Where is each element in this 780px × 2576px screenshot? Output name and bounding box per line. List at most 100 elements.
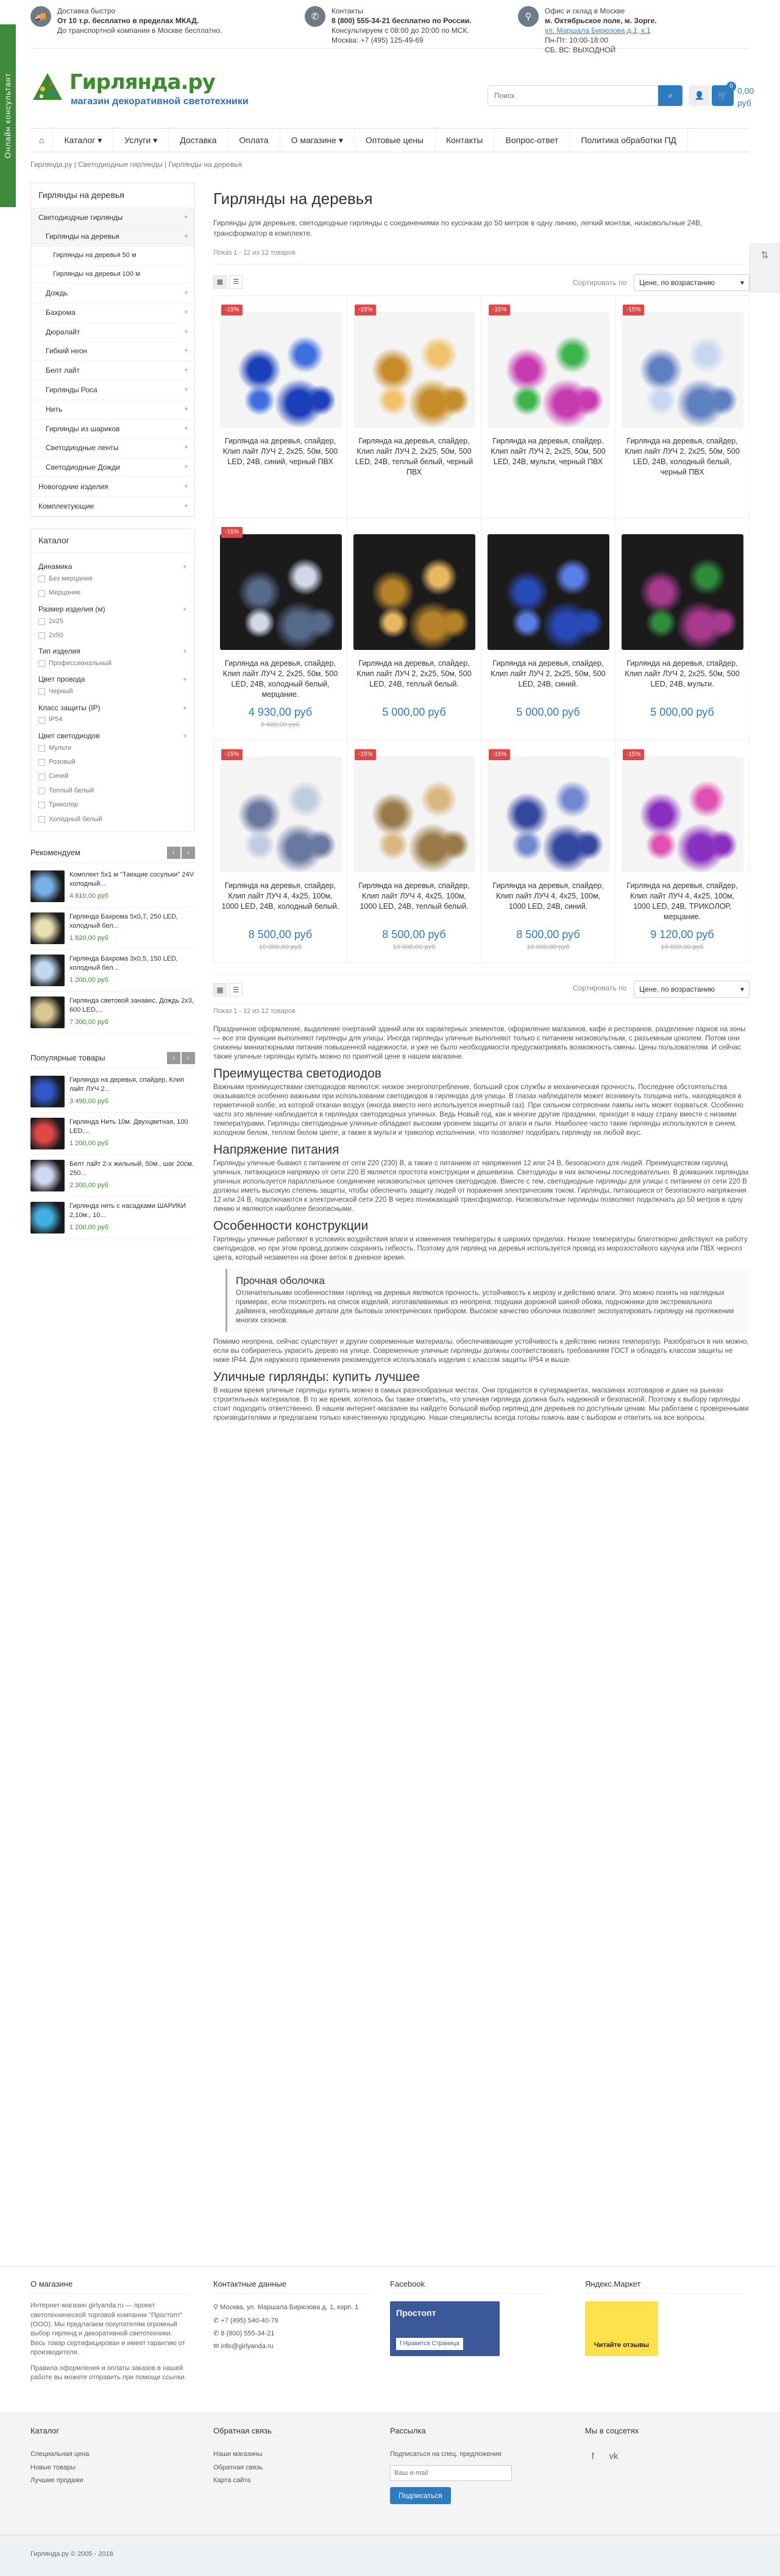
filter-group-title[interactable]: Размер изделия (м) + bbox=[38, 604, 187, 615]
sidebar-product[interactable]: Белт лайт 2-х жильный, 50м., шаг 20см. 2… bbox=[30, 1155, 195, 1197]
sidebar-menu-item[interactable]: Гирлянды на деревья 50 м bbox=[31, 247, 194, 266]
next-arrow-icon[interactable]: › bbox=[182, 846, 195, 859]
nav-item-catalog[interactable]: Каталог ▾ bbox=[53, 129, 114, 152]
checkbox-icon[interactable] bbox=[38, 816, 45, 823]
sidebar-menu-item[interactable]: Гирлянды на деревья + bbox=[31, 227, 194, 247]
product-card[interactable]: -15% Гирлянда на деревья, спайдер, Клип л… bbox=[213, 741, 347, 964]
contacts-phone2[interactable]: Москва: +7 (495) 125-49-69 bbox=[332, 35, 472, 45]
list-view-icon[interactable]: ☰ bbox=[229, 983, 243, 997]
sidebar-product-name[interactable]: Белт лайт 2-х жильный, 50м., шаг 20см. 2… bbox=[69, 1160, 195, 1179]
filter-group-title[interactable]: Тип изделия + bbox=[38, 646, 187, 657]
sidebar-menu-item[interactable]: Бахрома + bbox=[31, 303, 194, 323]
filter-checkbox[interactable]: Синий bbox=[38, 769, 187, 783]
sidebar-product[interactable]: Гирлянда Бахрома 3х0,5, 150 LED, холодны… bbox=[30, 950, 195, 992]
checkbox-icon[interactable] bbox=[38, 716, 45, 724]
nav-item-privacy[interactable]: Политика обработки ПД bbox=[570, 129, 688, 152]
plus-icon[interactable]: + bbox=[183, 674, 187, 685]
product-thumbnail[interactable] bbox=[30, 912, 65, 944]
product-name[interactable]: Гирлянда на деревья, спайдер, Клип лайт … bbox=[220, 658, 341, 701]
filter-checkbox[interactable]: Холодный белый bbox=[38, 813, 187, 827]
facebook-icon[interactable]: f bbox=[585, 2448, 601, 2464]
product-name[interactable]: Гирлянда на деревья, спайдер, Клип лайт … bbox=[353, 658, 475, 701]
product-image[interactable] bbox=[622, 534, 743, 651]
product-name[interactable]: Гирлянда на деревья, спайдер, Клип лайт … bbox=[353, 881, 475, 923]
plus-icon[interactable]: + bbox=[184, 365, 188, 375]
product-card[interactable]: -15% Гирлянда на деревья, спайдер, Клип л… bbox=[213, 518, 347, 741]
logo-title[interactable]: Гирлянда.ру bbox=[69, 68, 216, 97]
filter-checkbox[interactable]: Мерцание bbox=[38, 586, 187, 600]
fb-like-button[interactable]: f Нравится Страница bbox=[396, 2338, 463, 2351]
sidebar-product-name[interactable]: Гирлянда Нить 10м. Двухцветная, 100 LED,… bbox=[69, 1118, 195, 1137]
sidebar-product-name[interactable]: Гирлянда световой занавес, Дождь 2х3, 60… bbox=[69, 997, 195, 1015]
sidebar-menu-item[interactable]: Гибкий неон + bbox=[31, 342, 194, 362]
filter-checkbox[interactable]: Без мерцания bbox=[38, 572, 187, 586]
product-name[interactable]: Гирлянда на деревья, спайдер, Клип лайт … bbox=[622, 658, 743, 701]
sidebar-product[interactable]: Гирлянда нить с насадками ШАРИКИ 2,10м.,… bbox=[30, 1197, 195, 1239]
checkbox-icon[interactable] bbox=[38, 660, 45, 668]
plus-icon[interactable]: + bbox=[184, 404, 188, 414]
filter-checkbox[interactable]: Теплый белый bbox=[38, 784, 187, 798]
filter-checkbox[interactable]: IP54 bbox=[38, 713, 187, 727]
nav-item-faq[interactable]: Вопрос-ответ bbox=[494, 129, 570, 152]
nav-item-delivery[interactable]: Доставка bbox=[169, 129, 229, 152]
product-card[interactable]: -15% Гирлянда на деревья, спайдер, Клип л… bbox=[213, 296, 347, 519]
plus-icon[interactable]: + bbox=[184, 212, 188, 222]
product-card[interactable]: -15% Гирлянда на деревья, спайдер, Клип л… bbox=[615, 296, 750, 519]
sort-select[interactable]: Цене, по возрастанию ▾ bbox=[634, 981, 750, 998]
sidebar-menu-item[interactable]: Белт лайт + bbox=[31, 361, 194, 381]
product-card[interactable]: -15% Гирлянда на деревья, спайдер, Клип л… bbox=[481, 741, 615, 964]
compare-widget[interactable]: ⇅ bbox=[750, 244, 780, 292]
next-arrow-icon[interactable]: › bbox=[182, 1051, 195, 1064]
checkbox-icon[interactable] bbox=[38, 802, 45, 809]
product-thumbnail[interactable] bbox=[30, 870, 65, 902]
sidebar-product[interactable]: Гирлянда на деревья, спайдер, Клип лайт … bbox=[30, 1071, 195, 1113]
footer-link[interactable]: Лучшие продажи bbox=[30, 2474, 189, 2487]
product-image[interactable] bbox=[488, 534, 609, 651]
product-card[interactable]: -15% Гирлянда на деревья, спайдер, Клип л… bbox=[347, 296, 481, 519]
checkbox-icon[interactable] bbox=[38, 590, 45, 597]
plus-icon[interactable]: + bbox=[183, 731, 187, 741]
sort-select[interactable]: Цене, по возрастанию ▾ bbox=[634, 274, 750, 292]
footer-link[interactable]: Обратная связь bbox=[213, 2461, 372, 2474]
product-name[interactable]: Гирлянда на деревья, спайдер, Клип лайт … bbox=[622, 881, 743, 923]
product-thumbnail[interactable] bbox=[30, 996, 65, 1028]
footer-phone[interactable]: ✆ +7 (495) 540-40-79 bbox=[213, 2315, 372, 2327]
product-image[interactable] bbox=[353, 757, 475, 873]
sidebar-menu-item[interactable]: Нить + bbox=[31, 400, 194, 420]
footer-phone[interactable]: ✆ 8 (800) 555-34-21 bbox=[213, 2327, 372, 2340]
nav-item-about[interactable]: О магазине ▾ bbox=[280, 129, 355, 152]
sidebar-product[interactable]: Гирлянда Бахрома 5х0,7, 250 LED, холодны… bbox=[30, 908, 195, 950]
sidebar-product-name[interactable]: Гирлянда нить с насадками ШАРИКИ 2,10м.,… bbox=[69, 1202, 195, 1221]
checkbox-icon[interactable] bbox=[38, 632, 45, 640]
plus-icon[interactable]: + bbox=[183, 703, 187, 713]
grid-view-icon[interactable]: ▦ bbox=[213, 275, 227, 289]
search-button[interactable]: ⌕ bbox=[658, 85, 682, 106]
product-image[interactable] bbox=[488, 757, 609, 873]
product-name[interactable]: Гирлянда на деревья, спайдер, Клип лайт … bbox=[622, 436, 743, 479]
product-image[interactable] bbox=[220, 312, 342, 428]
checkbox-icon[interactable] bbox=[38, 618, 45, 625]
filter-checkbox[interactable]: 2х50 bbox=[38, 629, 187, 643]
sidebar-product[interactable]: Гирлянда световой занавес, Дождь 2х3, 60… bbox=[30, 992, 195, 1034]
product-thumbnail[interactable] bbox=[30, 1201, 65, 1233]
filter-checkbox[interactable]: Триколор bbox=[38, 798, 187, 812]
sidebar-menu-item[interactable]: Гирлянды на деревья 100 м bbox=[31, 266, 194, 284]
plus-icon[interactable]: + bbox=[184, 307, 188, 317]
filter-checkbox[interactable]: Мульти bbox=[38, 741, 187, 755]
sidebar-menu-item[interactable]: Гирлянды из шариков + bbox=[31, 420, 194, 439]
logo-icon[interactable] bbox=[30, 72, 65, 102]
product-image[interactable] bbox=[353, 534, 475, 651]
prev-arrow-icon[interactable]: ‹ bbox=[167, 846, 180, 859]
filter-group-title[interactable]: Цвет провода + bbox=[38, 674, 187, 685]
filter-checkbox[interactable]: Черный bbox=[38, 685, 187, 699]
product-thumbnail[interactable] bbox=[30, 1159, 65, 1191]
plus-icon[interactable]: + bbox=[183, 646, 187, 657]
product-image[interactable] bbox=[220, 534, 342, 651]
filter-checkbox[interactable]: 2х25 bbox=[38, 615, 187, 629]
product-card[interactable]: -15% Гирлянда на деревья, спайдер, Клип л… bbox=[615, 741, 750, 964]
plus-icon[interactable]: + bbox=[184, 481, 188, 492]
plus-icon[interactable]: + bbox=[184, 501, 188, 511]
product-name[interactable]: Гирлянда на деревья, спайдер, Клип лайт … bbox=[220, 436, 341, 479]
sidebar-product[interactable]: Гирлянда Нить 10м. Двухцветная, 100 LED,… bbox=[30, 1113, 195, 1155]
sidebar-menu-item[interactable]: Светодиодные Дожди + bbox=[31, 458, 194, 478]
